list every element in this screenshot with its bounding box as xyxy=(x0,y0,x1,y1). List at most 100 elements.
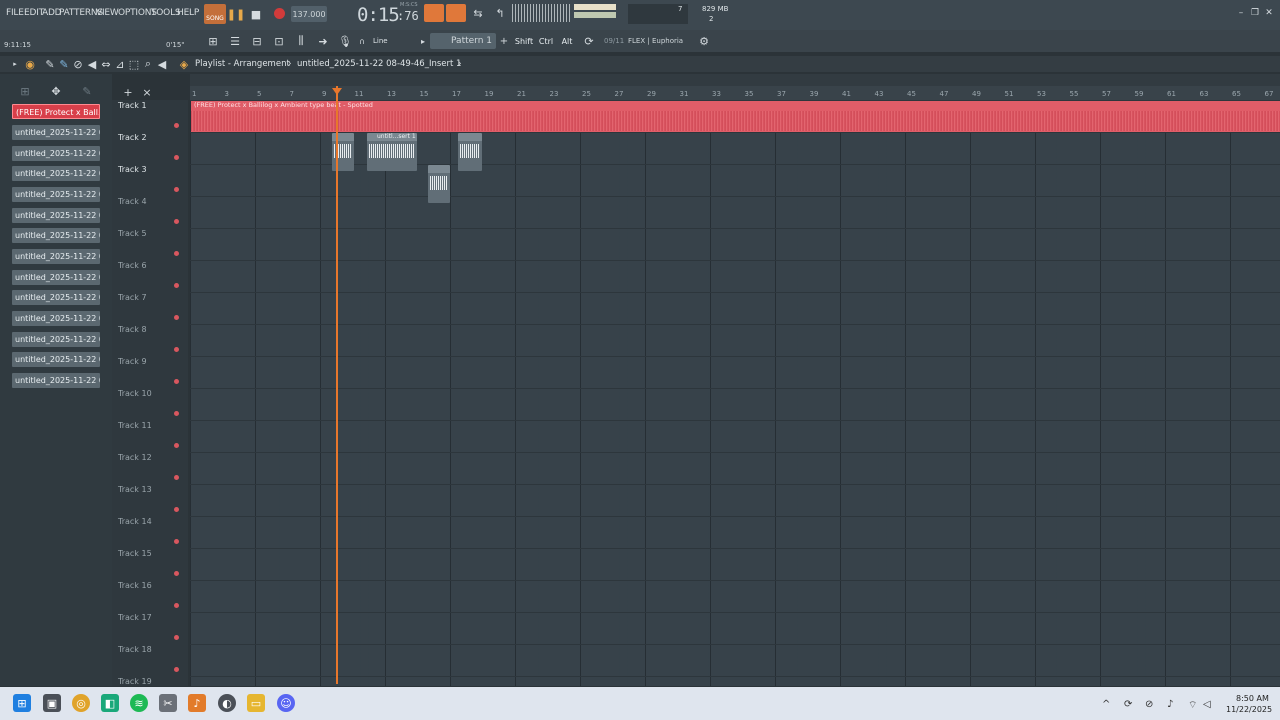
picker-item[interactable]: untitled_2025-11-22 08-... xyxy=(12,228,100,243)
timeline-ruler[interactable] xyxy=(190,86,1280,100)
track-mute-dot-icon[interactable] xyxy=(174,187,179,192)
add-track-icon[interactable]: + xyxy=(123,86,133,99)
track-mute-dot-icon[interactable] xyxy=(174,123,179,128)
track-label[interactable]: Track 11 xyxy=(118,421,152,430)
preset-name[interactable]: FLEX | Euphoria xyxy=(628,37,683,45)
record-icon[interactable] xyxy=(274,8,285,19)
menu-tools[interactable]: TOOLS xyxy=(151,8,181,18)
picker-item[interactable]: untitled_2025-11-22 08-... xyxy=(12,290,100,305)
track-label[interactable]: Track 1 xyxy=(118,101,147,110)
track-mute-dot-icon[interactable] xyxy=(174,667,179,672)
track-label[interactable]: Track 15 xyxy=(118,549,152,558)
track-mute-dot-icon[interactable] xyxy=(174,347,179,352)
track-label[interactable]: Track 13 xyxy=(118,485,152,494)
track-mute-dot-icon[interactable] xyxy=(174,571,179,576)
menu-view[interactable]: VIEW xyxy=(96,8,119,18)
track-label[interactable]: Track 17 xyxy=(118,613,152,622)
browser-icon[interactable]: ⊡ xyxy=(271,33,287,49)
tray-overflow-icon[interactable]: ^ xyxy=(1102,699,1110,710)
slice-tool-icon[interactable]: ⊿ xyxy=(114,58,126,71)
browse-presets-icon[interactable]: ⟳ xyxy=(581,33,597,49)
app-store-icon[interactable]: ◧ xyxy=(101,694,119,712)
recorder-icon[interactable]: ◐ xyxy=(218,694,236,712)
picker-item[interactable]: untitled_2025-11-22 08-... xyxy=(12,373,100,388)
shift-button[interactable]: Shift xyxy=(514,33,534,49)
track-label[interactable]: Track 10 xyxy=(118,389,152,398)
menu-edit[interactable]: EDIT xyxy=(24,8,44,18)
arrow-right-icon[interactable]: ➜ xyxy=(315,33,331,49)
loop-record-icon[interactable]: ↰ xyxy=(492,5,508,21)
select-tool-icon[interactable]: ⬚ xyxy=(128,58,140,71)
picker-item[interactable]: untitled_2025-11-22 08-... xyxy=(12,332,100,347)
playhead[interactable] xyxy=(336,86,338,684)
picker-view-icon[interactable]: ⊞ xyxy=(20,85,30,98)
draw-tool-icon[interactable]: ✎ xyxy=(44,58,56,71)
menu-help[interactable]: HELP xyxy=(177,8,199,18)
picker-item[interactable]: untitled_2025-11-22 08-... xyxy=(12,352,100,367)
metronome-button[interactable] xyxy=(424,4,444,22)
capcut-icon[interactable]: ✂ xyxy=(159,694,177,712)
picker-item[interactable]: untitled_2025-11-22 08-... xyxy=(12,270,100,285)
track-mute-dot-icon[interactable] xyxy=(174,251,179,256)
sync-icon[interactable]: ⟳ xyxy=(1124,699,1132,710)
close-icon[interactable]: ✕ xyxy=(1264,8,1274,18)
track-mute-dot-icon[interactable] xyxy=(174,507,179,512)
menu-file[interactable]: FILE xyxy=(6,8,24,18)
microphone-tray-icon[interactable]: ♪ xyxy=(1167,699,1173,710)
delete-tool-icon[interactable]: ⊘ xyxy=(72,58,84,71)
track-label[interactable]: Track 6 xyxy=(118,261,147,270)
picker-item[interactable]: untitled_2025-11-22 08-... xyxy=(12,146,100,161)
windows-start-icon[interactable]: ⊞ xyxy=(13,694,31,712)
zoom-tool-icon[interactable]: ⌕ xyxy=(142,57,154,70)
ctrl-button[interactable]: Ctrl xyxy=(537,33,555,49)
discord-icon[interactable]: ☺ xyxy=(277,694,295,712)
countdown-button[interactable] xyxy=(446,4,466,22)
remove-track-icon[interactable]: × xyxy=(142,86,152,99)
track-mute-dot-icon[interactable] xyxy=(174,411,179,416)
snap-selector[interactable]: Line xyxy=(373,37,388,45)
track-mute-dot-icon[interactable] xyxy=(174,603,179,608)
track-label[interactable]: Track 9 xyxy=(118,357,147,366)
audio-clip-small[interactable] xyxy=(428,165,450,203)
playlist-grid[interactable] xyxy=(190,100,1280,686)
picker-edit-icon[interactable]: ✎ xyxy=(82,85,92,98)
minimize-icon[interactable]: – xyxy=(1236,8,1246,18)
track-label[interactable]: Track 7 xyxy=(118,293,147,302)
clock-time[interactable]: 8:50 AM xyxy=(1236,694,1269,703)
track-label[interactable]: Track 4 xyxy=(118,197,147,206)
song-mode-button[interactable]: SONG xyxy=(204,4,226,24)
wifi-icon[interactable]: ⌔ xyxy=(1188,699,1197,712)
mute-tool-icon[interactable]: ◀ xyxy=(86,58,98,71)
task-view-icon[interactable]: ▣ xyxy=(43,694,61,712)
playlist-menu-icon[interactable]: ▸ xyxy=(11,58,19,70)
track-label[interactable]: Track 5 xyxy=(118,229,147,238)
spotify-icon[interactable]: ≋ xyxy=(130,694,148,712)
track-label[interactable]: Track 14 xyxy=(118,517,152,526)
plugin-picker-icon[interactable]: ⫼ xyxy=(293,33,309,49)
tempo-display[interactable]: 137.000 xyxy=(291,6,327,22)
playhead-marker-icon[interactable] xyxy=(332,88,342,95)
arrangement-icon[interactable]: ◈ xyxy=(178,58,190,71)
slip-tool-icon[interactable]: ⇔ xyxy=(100,58,112,71)
track-label[interactable]: Track 8 xyxy=(118,325,147,334)
picker-item-main-beat[interactable]: (FREE) Protect x Ball... xyxy=(12,104,100,119)
chrome-icon[interactable]: ◎ xyxy=(72,694,90,712)
track-mute-dot-icon[interactable] xyxy=(174,443,179,448)
add-pattern-icon[interactable]: + xyxy=(498,33,510,49)
playback-tool-icon[interactable]: ◀ xyxy=(156,58,168,71)
track-label[interactable]: Track 12 xyxy=(118,453,152,462)
track-mute-dot-icon[interactable] xyxy=(174,475,179,480)
file-explorer-icon[interactable]: ▭ xyxy=(247,694,265,712)
picker-move-icon[interactable]: ✥ xyxy=(50,85,62,98)
track-label[interactable]: Track 19 xyxy=(118,677,152,686)
track-mute-dot-icon[interactable] xyxy=(174,219,179,224)
restore-icon[interactable]: ❐ xyxy=(1250,8,1260,18)
track-label[interactable]: Track 18 xyxy=(118,645,152,654)
snap-magnet-icon[interactable]: ◉ xyxy=(24,58,36,71)
track-mute-dot-icon[interactable] xyxy=(174,539,179,544)
picker-item[interactable]: untitled_2025-11-22 08-... xyxy=(12,166,100,181)
pause-icon[interactable]: ❚❚ xyxy=(227,6,245,22)
microphone-icon[interactable]: 🎙 xyxy=(337,33,353,49)
track-label[interactable]: Track 2 xyxy=(118,133,147,142)
magnet-icon[interactable]: ∩ xyxy=(358,36,366,46)
